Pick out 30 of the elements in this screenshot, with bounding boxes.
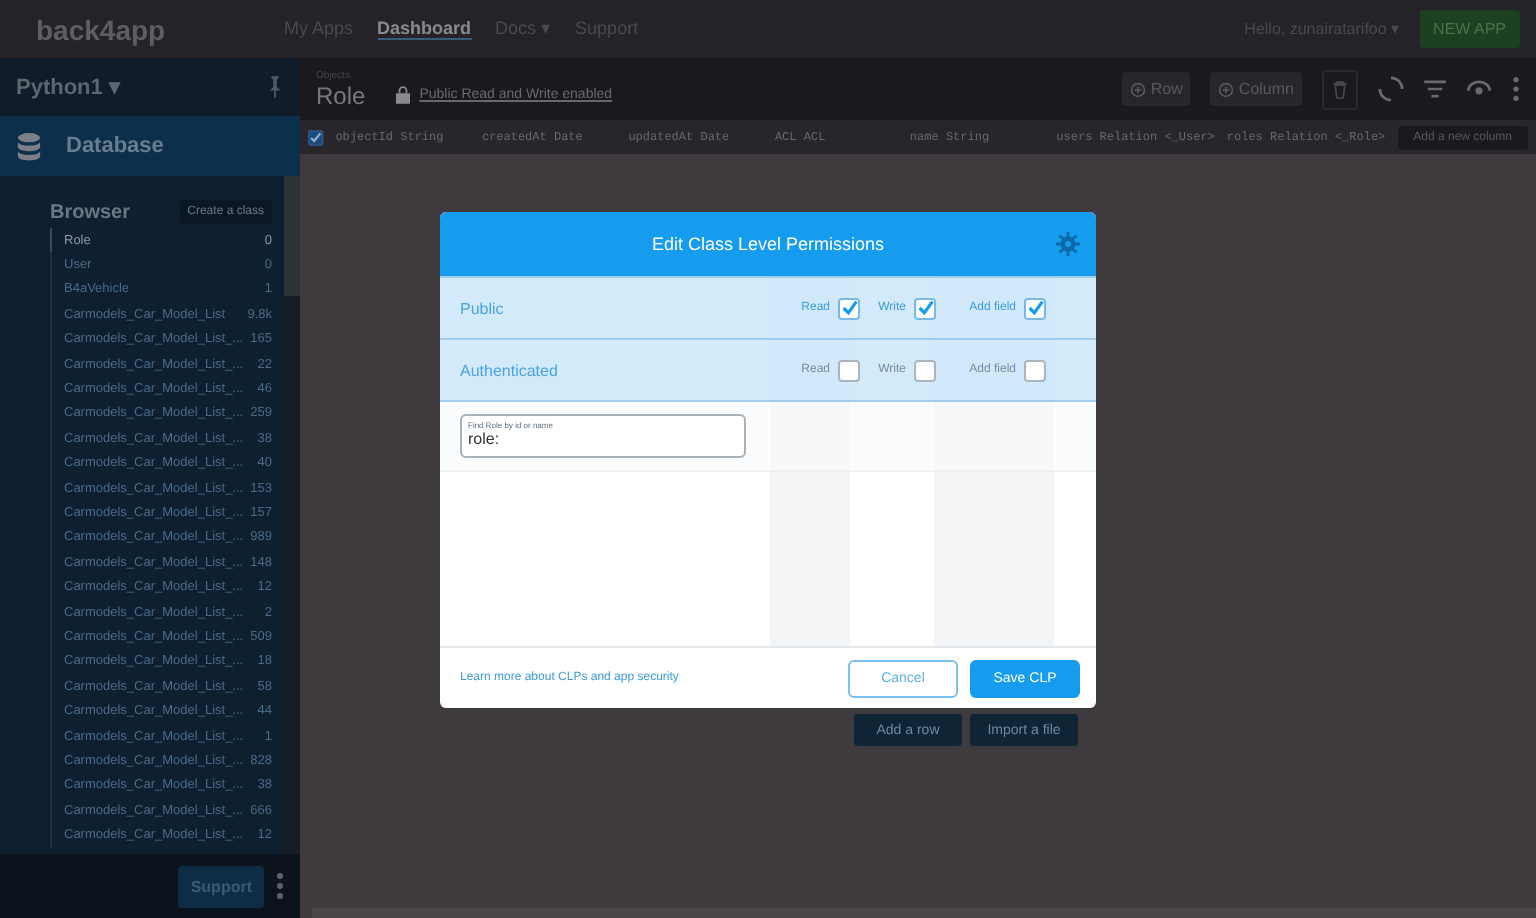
role-label: Authenticated [458, 361, 560, 379]
permission-checkbox[interactable] [838, 297, 860, 319]
plus-icon [1218, 81, 1235, 97]
permission-checkbox[interactable] [838, 359, 860, 381]
eye-icon[interactable] [1466, 80, 1492, 98]
permission-checkbox[interactable] [1024, 297, 1046, 319]
class-title: Role [316, 81, 366, 109]
settings-icon[interactable] [1056, 232, 1080, 256]
more-icon[interactable] [1512, 76, 1520, 102]
pin-icon[interactable] [266, 76, 284, 98]
dialog-title: Edit Class Level Permissions [651, 234, 885, 254]
database-section[interactable]: Database [0, 116, 300, 176]
scrollbar[interactable] [284, 176, 300, 854]
select-all-checkbox[interactable] [308, 129, 324, 145]
permission-checkbox[interactable] [914, 297, 936, 319]
trash-icon [1332, 79, 1348, 99]
lock-icon [395, 86, 410, 104]
nav-link[interactable]: Dashboard [377, 18, 472, 40]
browser-heading: Browser [50, 201, 131, 223]
app-selector[interactable]: Python1 ▾ [0, 58, 300, 116]
more-icon[interactable] [276, 872, 284, 900]
permission-checkbox[interactable] [914, 359, 936, 381]
database-icon [16, 131, 42, 161]
filter-icon[interactable] [1424, 80, 1446, 98]
refresh-icon[interactable] [1378, 76, 1404, 102]
role-label: Public [458, 299, 506, 317]
permission-checkbox[interactable] [1024, 359, 1046, 381]
plus-icon [1130, 81, 1147, 97]
delete-button[interactable] [1322, 69, 1358, 109]
logo[interactable]: back4app [36, 13, 284, 45]
